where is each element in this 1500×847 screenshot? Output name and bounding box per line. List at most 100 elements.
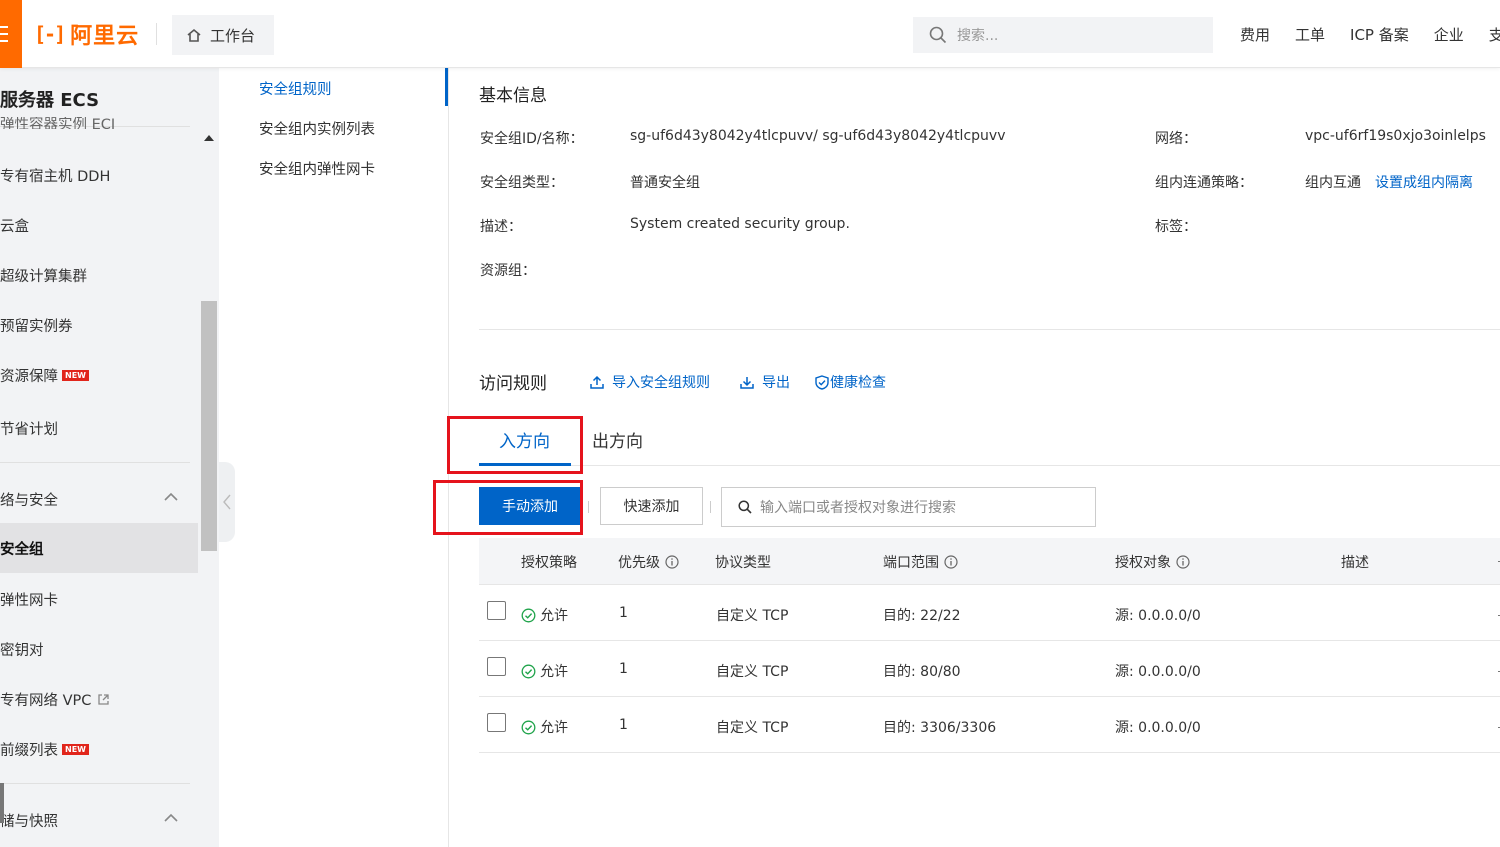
new-badge: NEW — [62, 744, 89, 755]
global-search-input[interactable]: 搜索... — [913, 17, 1213, 53]
cell-port-range: 目的: 3306/3306 — [883, 720, 997, 736]
main-content: 基本信息 安全组ID/名称： sg-uf6d43y8042y4tlcpuvv/ … — [433, 68, 1500, 847]
network-label: 网络： — [1155, 131, 1197, 147]
column-header-label: 协议类型 — [715, 555, 771, 571]
sidebar-item-savings-plan[interactable]: 节省计划 — [0, 418, 58, 439]
top-nav-ticket[interactable]: 工单 — [1295, 24, 1325, 45]
intra-policy-label: 组内连通策略： — [1155, 175, 1253, 191]
column-header-port-range[interactable]: 端口范围 — [883, 552, 958, 572]
hamburger-icon — [0, 26, 8, 28]
export-rules-link[interactable]: 导出 — [740, 372, 790, 392]
table-row[interactable]: 允许 1 自定义 TCP 目的: 22/22 源: 0.0.0.0/0 — [479, 585, 1500, 641]
cell-source: 源: 0.0.0.0/0 — [1115, 608, 1201, 624]
sidebar-collapse-button[interactable] — [219, 462, 235, 542]
sidebar-item-label: 安全组 — [0, 541, 44, 558]
column-header-protocol[interactable]: 协议类型 — [715, 552, 771, 572]
sidebar-item-cut[interactable]: 弹性容器实例 ECI — [0, 117, 115, 129]
table-row[interactable]: 允许 1 自定义 TCP 目的: 3306/3306 源: 0.0.0.0/0 — [479, 697, 1500, 753]
tags-label: 标签： — [1155, 219, 1197, 235]
row-checkbox[interactable] — [487, 713, 506, 732]
sidebar-item-label: 专有网络 VPC — [0, 693, 92, 709]
workbench-label: 工作台 — [210, 26, 256, 45]
aliyun-logo[interactable]: [-] 阿里云 — [34, 18, 139, 50]
table-row[interactable]: 允许 1 自定义 TCP 目的: 80/80 源: 0.0.0.0/0 — [479, 641, 1500, 697]
top-bar: [-] 阿里云 工作台 搜索... 费用 工单 ICP 备案 企业 支 — [0, 0, 1500, 68]
download-icon — [740, 377, 754, 389]
check-circle-icon — [521, 664, 536, 678]
column-header-priority[interactable]: 优先级 — [618, 552, 679, 572]
sidebar-item-label: 弹性网卡 — [0, 593, 58, 609]
rule-search-input[interactable]: 输入端口或者授权对象进行搜索 — [721, 487, 1096, 527]
sidebar-item-security-group[interactable]: 安全组 — [0, 523, 198, 573]
sidebar-group-storage-snapshot[interactable]: 储与快照 — [0, 810, 58, 831]
sidebar-scrollbar-thumb[interactable] — [201, 301, 217, 551]
sidebar-item-keypair[interactable]: 密钥对 — [0, 639, 44, 660]
sidebar-group-label: 络与安全 — [0, 493, 58, 509]
menu-button[interactable] — [0, 0, 22, 68]
column-header-policy[interactable]: 授权策略 — [521, 552, 577, 572]
search-icon — [738, 500, 752, 514]
health-check-label: 健康检查 — [830, 375, 886, 391]
row-checkbox[interactable] — [487, 601, 506, 620]
top-nav-support[interactable]: 支 — [1489, 24, 1500, 45]
sidebar-item-scc[interactable]: 超级计算集群 — [0, 265, 87, 286]
top-nav: 费用 工单 ICP 备案 企业 支 — [1240, 24, 1500, 45]
set-isolation-link[interactable]: 设置成组内隔离 — [1375, 172, 1473, 192]
highlight-box-inbound-tab — [447, 416, 583, 474]
sidebar-item-prefix-list[interactable]: 前缀列表 NEW — [0, 739, 89, 760]
cell-policy-text: 允许 — [540, 720, 568, 736]
sidebar-item-eni[interactable]: 弹性网卡 — [0, 589, 58, 610]
upload-icon — [590, 375, 604, 389]
sidebar-item-ri[interactable]: 预留实例券 — [0, 315, 73, 336]
sidebar-item-label: 云盒 — [0, 219, 29, 235]
top-nav-icp[interactable]: ICP 备案 — [1350, 24, 1409, 45]
top-nav-fee[interactable]: 费用 — [1240, 24, 1270, 45]
column-header-source[interactable]: 授权对象 — [1115, 552, 1190, 572]
cell-source: 源: 0.0.0.0/0 — [1115, 664, 1201, 680]
subnav-item-enis[interactable]: 安全组内弹性网卡 — [259, 158, 375, 179]
sidebar-item-resource-guarantee[interactable]: 资源保障 NEW — [0, 365, 89, 386]
sidebar-item-vpc[interactable]: 专有网络 VPC — [0, 689, 110, 710]
section-divider — [479, 329, 1500, 330]
chevron-up-icon[interactable] — [163, 813, 179, 823]
home-icon — [187, 28, 201, 42]
shield-check-icon — [815, 374, 829, 390]
access-rules-title: 访问规则 — [479, 374, 547, 394]
sidebar-item-label: 密钥对 — [0, 643, 44, 659]
cell-policy: 允许 — [521, 717, 568, 737]
column-header-label: 端口范围 — [883, 555, 939, 571]
health-check-link[interactable]: 健康检查 — [815, 372, 886, 392]
import-rules-link[interactable]: 导入安全组规则 — [590, 372, 710, 392]
workbench-button[interactable]: 工作台 — [172, 15, 274, 55]
external-link-icon — [98, 694, 110, 705]
column-header-description[interactable]: 描述 — [1341, 552, 1369, 572]
sidebar-item-cloudbox[interactable]: 云盒 — [0, 215, 29, 236]
subnav-item-instances[interactable]: 安全组内实例列表 — [259, 118, 375, 139]
cell-protocol: 自定义 TCP — [716, 608, 789, 624]
sidebar-item-ddh[interactable]: 专有宿主机 DDH — [0, 165, 110, 186]
subnav-item-rules[interactable]: 安全组规则 — [259, 78, 332, 99]
chevron-up-icon[interactable] — [163, 492, 179, 502]
toolbar-separator — [710, 501, 711, 513]
row-checkbox[interactable] — [487, 657, 506, 676]
sg-type-label: 安全组类型： — [480, 175, 564, 191]
hamburger-icon-line — [0, 40, 8, 42]
sidebar-item-label: 预留实例券 — [0, 319, 73, 335]
sidebar-title: 服务器 ECS — [0, 90, 100, 111]
tab-outbound[interactable]: 出方向 — [592, 427, 643, 452]
info-circle-icon[interactable] — [665, 555, 679, 569]
column-header-label: 描述 — [1341, 555, 1369, 571]
info-circle-icon[interactable] — [944, 555, 958, 569]
new-badge: NEW — [62, 370, 89, 381]
scroll-up-arrow-icon[interactable] — [204, 135, 214, 141]
info-circle-icon[interactable] — [1176, 555, 1190, 569]
sidebar-group-network-security[interactable]: 络与安全 — [0, 489, 58, 510]
cell-protocol: 自定义 TCP — [716, 720, 789, 736]
top-nav-enterprise[interactable]: 企业 — [1434, 24, 1464, 45]
cell-priority: 1 — [619, 661, 628, 677]
cell-priority: 1 — [619, 605, 628, 621]
search-icon — [929, 26, 947, 44]
sidebar-group-label: 储与快照 — [0, 814, 58, 830]
column-header-label: 优先级 — [618, 555, 660, 571]
quick-add-button[interactable]: 快速添加 — [600, 487, 703, 525]
